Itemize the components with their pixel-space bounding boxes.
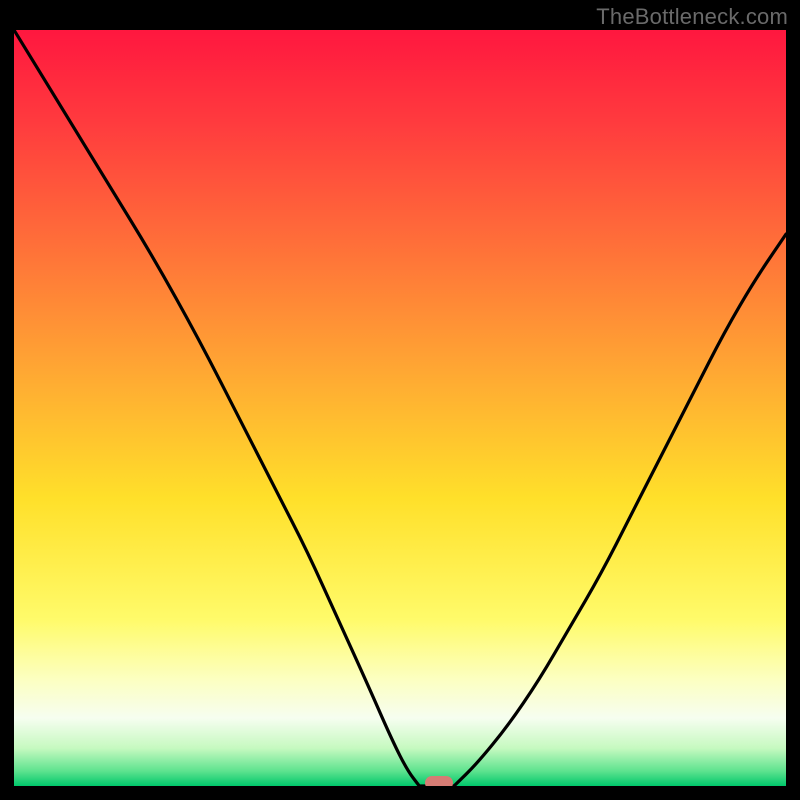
optimal-point-marker <box>425 776 453 786</box>
chart-curve <box>14 30 786 786</box>
chart-plot-area <box>14 30 786 786</box>
attribution-text: TheBottleneck.com <box>596 4 788 30</box>
